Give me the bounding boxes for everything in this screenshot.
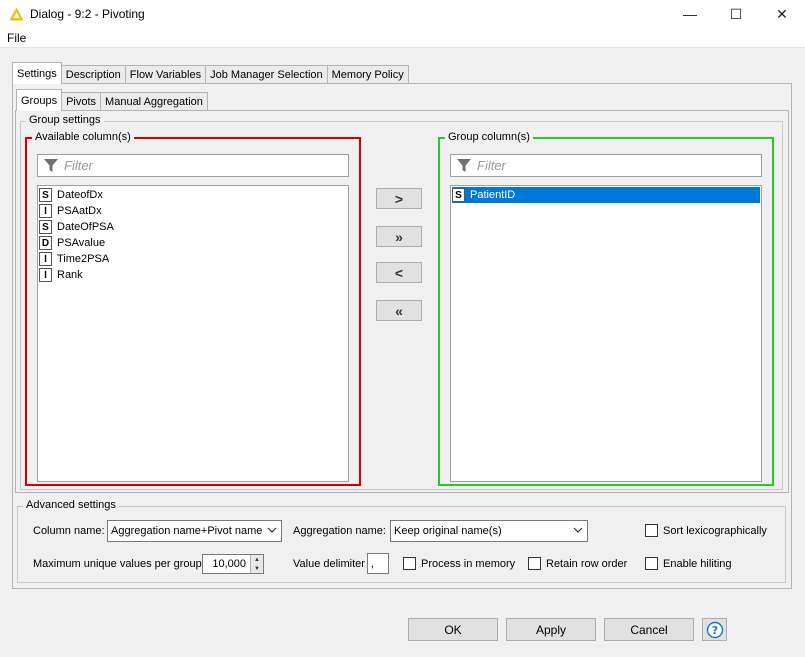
group-columns-list[interactable]: S PatientID	[450, 185, 762, 482]
chevron-down-icon	[267, 527, 277, 533]
tab-groups[interactable]: Groups	[16, 89, 63, 111]
list-item[interactable]: I Rank	[39, 267, 347, 283]
tab-memory-policy[interactable]: Memory Policy	[326, 65, 409, 84]
main-tabs: Settings Description Flow Variables Job …	[12, 62, 409, 84]
apply-button[interactable]: Apply	[506, 618, 596, 641]
sub-tabs: Groups Pivots Manual Aggregation	[16, 89, 208, 111]
close-button[interactable]: ✕	[759, 0, 805, 28]
tab-flow-variables[interactable]: Flow Variables	[124, 65, 207, 84]
value-delimiter-input[interactable]: ,	[367, 553, 389, 574]
aggregation-name-label: Aggregation name:	[293, 525, 386, 537]
integer-type-icon: I	[39, 268, 52, 282]
warning-triangle-icon	[8, 6, 24, 22]
integer-type-icon: I	[39, 204, 52, 218]
string-type-icon: S	[39, 220, 52, 234]
available-filter-input[interactable]	[62, 157, 322, 174]
process-in-memory-checkbox[interactable]: Process in memory	[403, 557, 515, 570]
max-unique-label: Maximum unique values per group	[33, 558, 202, 570]
ok-button[interactable]: OK	[408, 618, 498, 641]
title-bar: Dialog - 9:2 - Pivoting — ☐ ✕	[0, 0, 805, 28]
chevron-down-icon	[573, 527, 583, 533]
retain-row-order-checkbox[interactable]: Retain row order	[528, 557, 627, 570]
checkbox-box[interactable]	[645, 557, 658, 570]
aggregation-name-select[interactable]: Keep original name(s)	[390, 520, 588, 542]
tab-pivots[interactable]: Pivots	[61, 92, 102, 111]
string-type-icon: S	[39, 188, 52, 202]
checkbox-box[interactable]	[528, 557, 541, 570]
tab-job-manager-selection[interactable]: Job Manager Selection	[205, 65, 328, 84]
list-item[interactable]: S DateofDx	[39, 187, 347, 203]
value-delimiter-label: Value delimiter	[293, 558, 365, 570]
integer-type-icon: I	[39, 252, 52, 266]
remove-button[interactable]: <	[376, 262, 422, 283]
filter-icon	[44, 158, 58, 172]
available-filter[interactable]	[37, 154, 349, 177]
add-button[interactable]: >	[376, 188, 422, 209]
help-icon: ?	[706, 621, 723, 638]
tab-settings[interactable]: Settings	[12, 62, 62, 84]
tab-description[interactable]: Description	[60, 65, 126, 84]
help-button[interactable]: ?	[702, 618, 727, 641]
checkbox-box[interactable]	[645, 524, 658, 537]
max-unique-stepper[interactable]: 10,000 ▲ ▼	[202, 554, 264, 574]
decrement-icon[interactable]: ▼	[251, 564, 263, 573]
list-item[interactable]: D PSAvalue	[39, 235, 347, 251]
sort-lexicographically-checkbox[interactable]: Sort lexicographically	[645, 524, 767, 537]
available-columns-legend: Available column(s)	[32, 131, 134, 143]
list-item[interactable]: S PatientID	[452, 187, 760, 203]
column-name-label: Column name:	[33, 525, 105, 537]
list-item[interactable]: S DateOfPSA	[39, 219, 347, 235]
maximize-button[interactable]: ☐	[713, 0, 759, 28]
column-name-select[interactable]: Aggregation name+Pivot name	[107, 520, 282, 542]
menu-bar: File	[0, 28, 805, 48]
tab-manual-aggregation[interactable]: Manual Aggregation	[100, 92, 208, 111]
filter-icon	[457, 158, 471, 172]
string-type-icon: S	[452, 188, 465, 202]
checkbox-box[interactable]	[403, 557, 416, 570]
svg-text:?: ?	[711, 624, 717, 637]
remove-all-button[interactable]: «	[376, 300, 422, 321]
advanced-settings-legend: Advanced settings	[23, 499, 119, 511]
menu-file[interactable]: File	[7, 31, 26, 45]
enable-hiliting-checkbox[interactable]: Enable hiliting	[645, 557, 732, 570]
double-type-icon: D	[39, 236, 52, 250]
group-settings-legend: Group settings	[26, 114, 104, 126]
group-filter-input[interactable]	[475, 157, 735, 174]
increment-icon[interactable]: ▲	[251, 555, 263, 564]
add-all-button[interactable]: »	[376, 226, 422, 247]
available-columns-list[interactable]: S DateofDx I PSAatDx S DateOfPSA D PSAvalue …	[37, 185, 349, 482]
list-item[interactable]: I Time2PSA	[39, 251, 347, 267]
list-item[interactable]: I PSAatDx	[39, 203, 347, 219]
group-filter[interactable]	[450, 154, 762, 177]
window-title: Dialog - 9:2 - Pivoting	[30, 7, 145, 21]
minimize-button[interactable]: —	[667, 0, 713, 28]
advanced-settings-fieldset: Advanced settings	[17, 499, 786, 583]
cancel-button[interactable]: Cancel	[604, 618, 694, 641]
group-columns-legend: Group column(s)	[445, 131, 533, 143]
